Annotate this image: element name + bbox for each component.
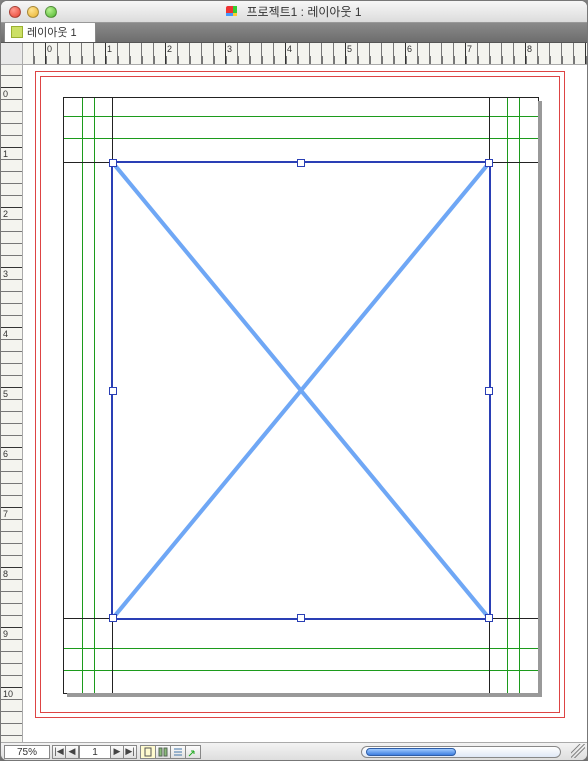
titlebar[interactable]: 프로젝트1 : 레이아웃 1 [1,1,587,23]
nav-next-icon: ▶ [114,746,121,757]
nav-prev-icon: ◀ [69,746,76,757]
window-title: 프로젝트1 : 레이아웃 1 [1,3,587,20]
ruler-h-label: 8 [527,44,532,54]
ruler-h-label: 0 [47,44,52,54]
margin-guide-vertical [82,98,83,693]
ruler-origin[interactable] [1,43,23,65]
zoom-field[interactable]: 75% [4,745,50,759]
status-bar: 75% |◀ ◀ 1 ▶ ▶| [1,742,587,760]
nav-last-icon: ▶| [125,746,134,757]
minimize-button[interactable] [27,6,39,18]
ruler-v-label: 7 [3,509,8,519]
nav-prev-button[interactable]: ◀ [65,745,79,759]
handle-nw[interactable] [109,159,117,167]
export-view-button[interactable] [185,745,201,759]
layout-tab[interactable]: 레이아웃 1 [4,21,96,42]
ruler-v-label: 3 [3,269,8,279]
ruler-h-label: 1 [107,44,112,54]
ruler-h-label: 2 [167,44,172,54]
ruler-h-label: 7 [467,44,472,54]
layout-icon [11,26,23,38]
close-button[interactable] [9,6,21,18]
ruler-v-label: 0 [3,89,8,99]
picture-box-x-icon [113,163,489,618]
ruler-v-label: 9 [3,629,8,639]
ruler-v-label: 2 [3,209,8,219]
ruler-h-label: 6 [407,44,412,54]
nav-next-button[interactable]: ▶ [110,745,124,759]
nav-first-button[interactable]: |◀ [52,745,66,759]
ruler-v-label: 1 [3,149,8,159]
margin-guide-horizontal [64,648,538,649]
handle-e[interactable] [485,387,493,395]
layout-tab-bar: 레이아웃 1 [1,23,587,43]
page-view-icon [143,747,153,757]
ruler-v-label: 8 [3,569,8,579]
traffic-lights [1,6,57,18]
ruler-v-label: 4 [3,329,8,339]
app-icon [226,6,240,20]
margin-guide-vertical [94,98,95,693]
ruler-h-label: 4 [287,44,292,54]
ruler-v-label: 10 [3,689,13,699]
export-arrow-icon [188,747,198,757]
margin-guide-horizontal [64,670,538,671]
handle-n[interactable] [297,159,305,167]
pasteboard [23,65,587,742]
story-view-button[interactable] [170,745,186,759]
horizontal-ruler[interactable]: 0 1 2 3 4 5 6 7 8 [23,43,587,65]
single-page-view-button[interactable] [140,745,156,759]
workspace: 0 1 2 3 4 5 6 7 8 0 1 2 3 4 5 6 [1,43,587,742]
margin-guide-horizontal [64,116,538,117]
cols-view-icon [158,747,168,757]
vertical-ruler[interactable]: 0 1 2 3 4 5 6 7 8 9 10 [1,65,23,742]
view-mode-group [141,745,201,759]
handle-ne[interactable] [485,159,493,167]
ruler-v-label: 6 [3,449,8,459]
ruler-h-label: 3 [227,44,232,54]
handle-w[interactable] [109,387,117,395]
columns-view-button[interactable] [155,745,171,759]
story-view-icon [173,747,183,757]
handle-s[interactable] [297,614,305,622]
margin-guide-vertical [519,98,520,693]
layout-tab-label: 레이아웃 1 [27,24,77,40]
handle-se[interactable] [485,614,493,622]
page-field[interactable]: 1 [79,745,111,759]
horizontal-scroll-thumb[interactable] [366,748,456,756]
window-title-text: 프로젝트1 : 레이아웃 1 [246,5,361,19]
nav-last-button[interactable]: ▶| [123,745,137,759]
handle-sw[interactable] [109,614,117,622]
horizontal-scrollbar[interactable] [361,746,561,758]
canvas[interactable] [23,65,587,742]
ruler-h-label: 5 [347,44,352,54]
nav-first-icon: |◀ [54,746,63,757]
document-window: 프로젝트1 : 레이아웃 1 레이아웃 1 0 1 2 3 4 5 6 7 [0,0,588,761]
resize-grip[interactable] [571,744,585,758]
zoom-button[interactable] [45,6,57,18]
ruler-v-label: 5 [3,389,8,399]
margin-guide-horizontal [64,138,538,139]
margin-guide-vertical [507,98,508,693]
picture-box[interactable] [111,161,491,620]
